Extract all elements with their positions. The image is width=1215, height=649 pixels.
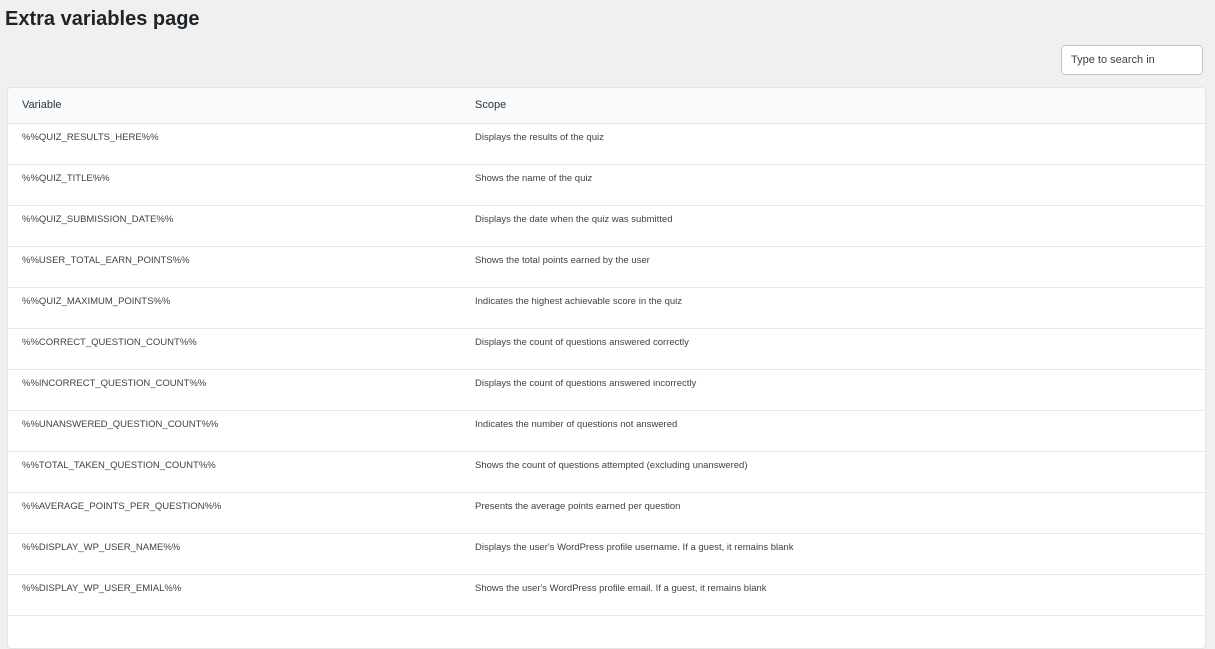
variable-cell: %%TOTAL_TAKEN_QUESTION_COUNT%% <box>22 460 216 471</box>
variables-table: Variable Scope %%QUIZ_RESULTS_HERE%% Dis… <box>7 87 1206 649</box>
table-row: %%DISPLAY_WP_USER_EMIAL%% Shows the user… <box>8 575 1205 616</box>
column-header-scope: Scope <box>475 99 507 111</box>
variable-cell: %%DISPLAY_WP_USER_NAME%% <box>22 542 181 553</box>
table-row: %%AVERAGE_POINTS_PER_QUESTION%% Presents… <box>8 493 1205 534</box>
variable-cell: %%INCORRECT_QUESTION_COUNT%% <box>22 378 207 389</box>
table-row: %%QUIZ_MAXIMUM_POINTS%% Indicates the hi… <box>8 288 1205 329</box>
scope-cell: Shows the count of questions attempted (… <box>475 460 748 471</box>
page-title: Extra variables page <box>5 8 200 30</box>
search-input[interactable] <box>1061 45 1203 75</box>
scope-cell: Displays the date when the quiz was subm… <box>475 214 673 225</box>
scope-cell: Presents the average points earned per q… <box>475 501 681 512</box>
table-row: %%INCORRECT_QUESTION_COUNT%% Displays th… <box>8 370 1205 411</box>
variable-cell: %%UNANSWERED_QUESTION_COUNT%% <box>22 419 219 430</box>
table-row: %%QUIZ_SUBMISSION_DATE%% Displays the da… <box>8 206 1205 247</box>
variable-cell: %%AVERAGE_POINTS_PER_QUESTION%% <box>22 501 222 512</box>
table-row: %%USER_TOTAL_EARN_POINTS%% Shows the tot… <box>8 247 1205 288</box>
table-row: %%DISPLAY_WP_USER_NAME%% Displays the us… <box>8 534 1205 575</box>
variable-cell: %%CORRECT_QUESTION_COUNT%% <box>22 337 197 348</box>
variable-cell: %%QUIZ_TITLE%% <box>22 173 110 184</box>
variable-cell: %%QUIZ_RESULTS_HERE%% <box>22 132 159 143</box>
table-row: %%QUIZ_TITLE%% Shows the name of the qui… <box>8 165 1205 206</box>
scope-cell: Shows the name of the quiz <box>475 173 593 184</box>
table-header: Variable Scope <box>8 88 1205 124</box>
table-row: %%UNANSWERED_QUESTION_COUNT%% Indicates … <box>8 411 1205 452</box>
table-row <box>8 616 1205 648</box>
scope-cell: Indicates the highest achievable score i… <box>475 296 683 307</box>
variable-cell: %%DISPLAY_WP_USER_EMIAL%% <box>22 583 182 594</box>
table-row: %%QUIZ_RESULTS_HERE%% Displays the resul… <box>8 124 1205 165</box>
variable-cell: %%QUIZ_SUBMISSION_DATE%% <box>22 214 174 225</box>
scope-cell: Shows the user's WordPress profile email… <box>475 583 767 594</box>
scope-cell: Displays the user's WordPress profile us… <box>475 542 794 553</box>
table-body: %%QUIZ_RESULTS_HERE%% Displays the resul… <box>8 124 1205 648</box>
search-box <box>1061 45 1203 75</box>
scope-cell: Indicates the number of questions not an… <box>475 419 678 430</box>
variable-cell: %%QUIZ_MAXIMUM_POINTS%% <box>22 296 171 307</box>
variable-cell: %%USER_TOTAL_EARN_POINTS%% <box>22 255 190 266</box>
scope-cell: Displays the results of the quiz <box>475 132 604 143</box>
scope-cell: Displays the count of questions answered… <box>475 378 697 389</box>
table-row: %%TOTAL_TAKEN_QUESTION_COUNT%% Shows the… <box>8 452 1205 493</box>
scope-cell: Shows the total points earned by the use… <box>475 255 650 266</box>
table-row: %%CORRECT_QUESTION_COUNT%% Displays the … <box>8 329 1205 370</box>
column-header-variable: Variable <box>22 99 62 111</box>
scope-cell: Displays the count of questions answered… <box>475 337 689 348</box>
